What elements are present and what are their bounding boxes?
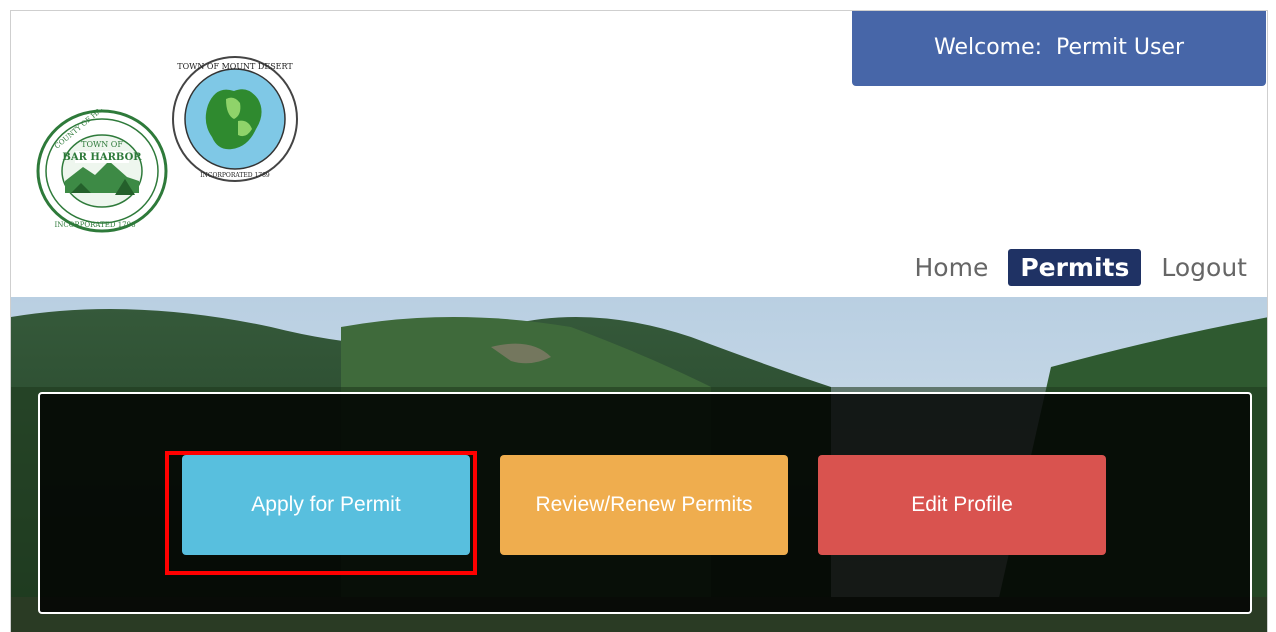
bar-harbor-seal-logo: TOWN OF BAR HARBOR COUNTY OF HANCOCK INC… <box>35 88 169 233</box>
app-frame: Welcome: Permit User TOWN OF BAR HARBOR … <box>10 10 1268 632</box>
main-nav: Home Permits Logout <box>903 245 1260 289</box>
action-panel: Apply for Permit Review/Renew Permits Ed… <box>38 392 1252 614</box>
welcome-banner: Welcome: Permit User <box>852 11 1266 86</box>
svg-text:TOWN OF: TOWN OF <box>81 140 123 149</box>
edit-profile-button[interactable]: Edit Profile <box>818 455 1106 555</box>
site-header: Welcome: Permit User TOWN OF BAR HARBOR … <box>11 11 1267 297</box>
nav-permits-link[interactable]: Permits <box>1008 248 1142 286</box>
nav-home-link[interactable]: Home <box>903 249 1001 286</box>
nav-logout-link[interactable]: Logout <box>1149 249 1259 286</box>
svg-text:TOWN OF MOUNT DESERT: TOWN OF MOUNT DESERT <box>177 62 293 71</box>
mount-desert-seal-logo: TOWN OF MOUNT DESERT INCORPORATED 1789 <box>168 55 302 183</box>
welcome-text: Welcome: Permit User <box>933 35 1184 60</box>
apply-for-permit-button[interactable]: Apply for Permit <box>182 455 470 555</box>
svg-text:BAR HARBOR: BAR HARBOR <box>62 152 142 163</box>
review-renew-permits-button[interactable]: Review/Renew Permits <box>500 455 788 555</box>
svg-text:INCORPORATED 1796: INCORPORATED 1796 <box>54 221 136 229</box>
svg-text:INCORPORATED 1789: INCORPORATED 1789 <box>200 172 270 179</box>
